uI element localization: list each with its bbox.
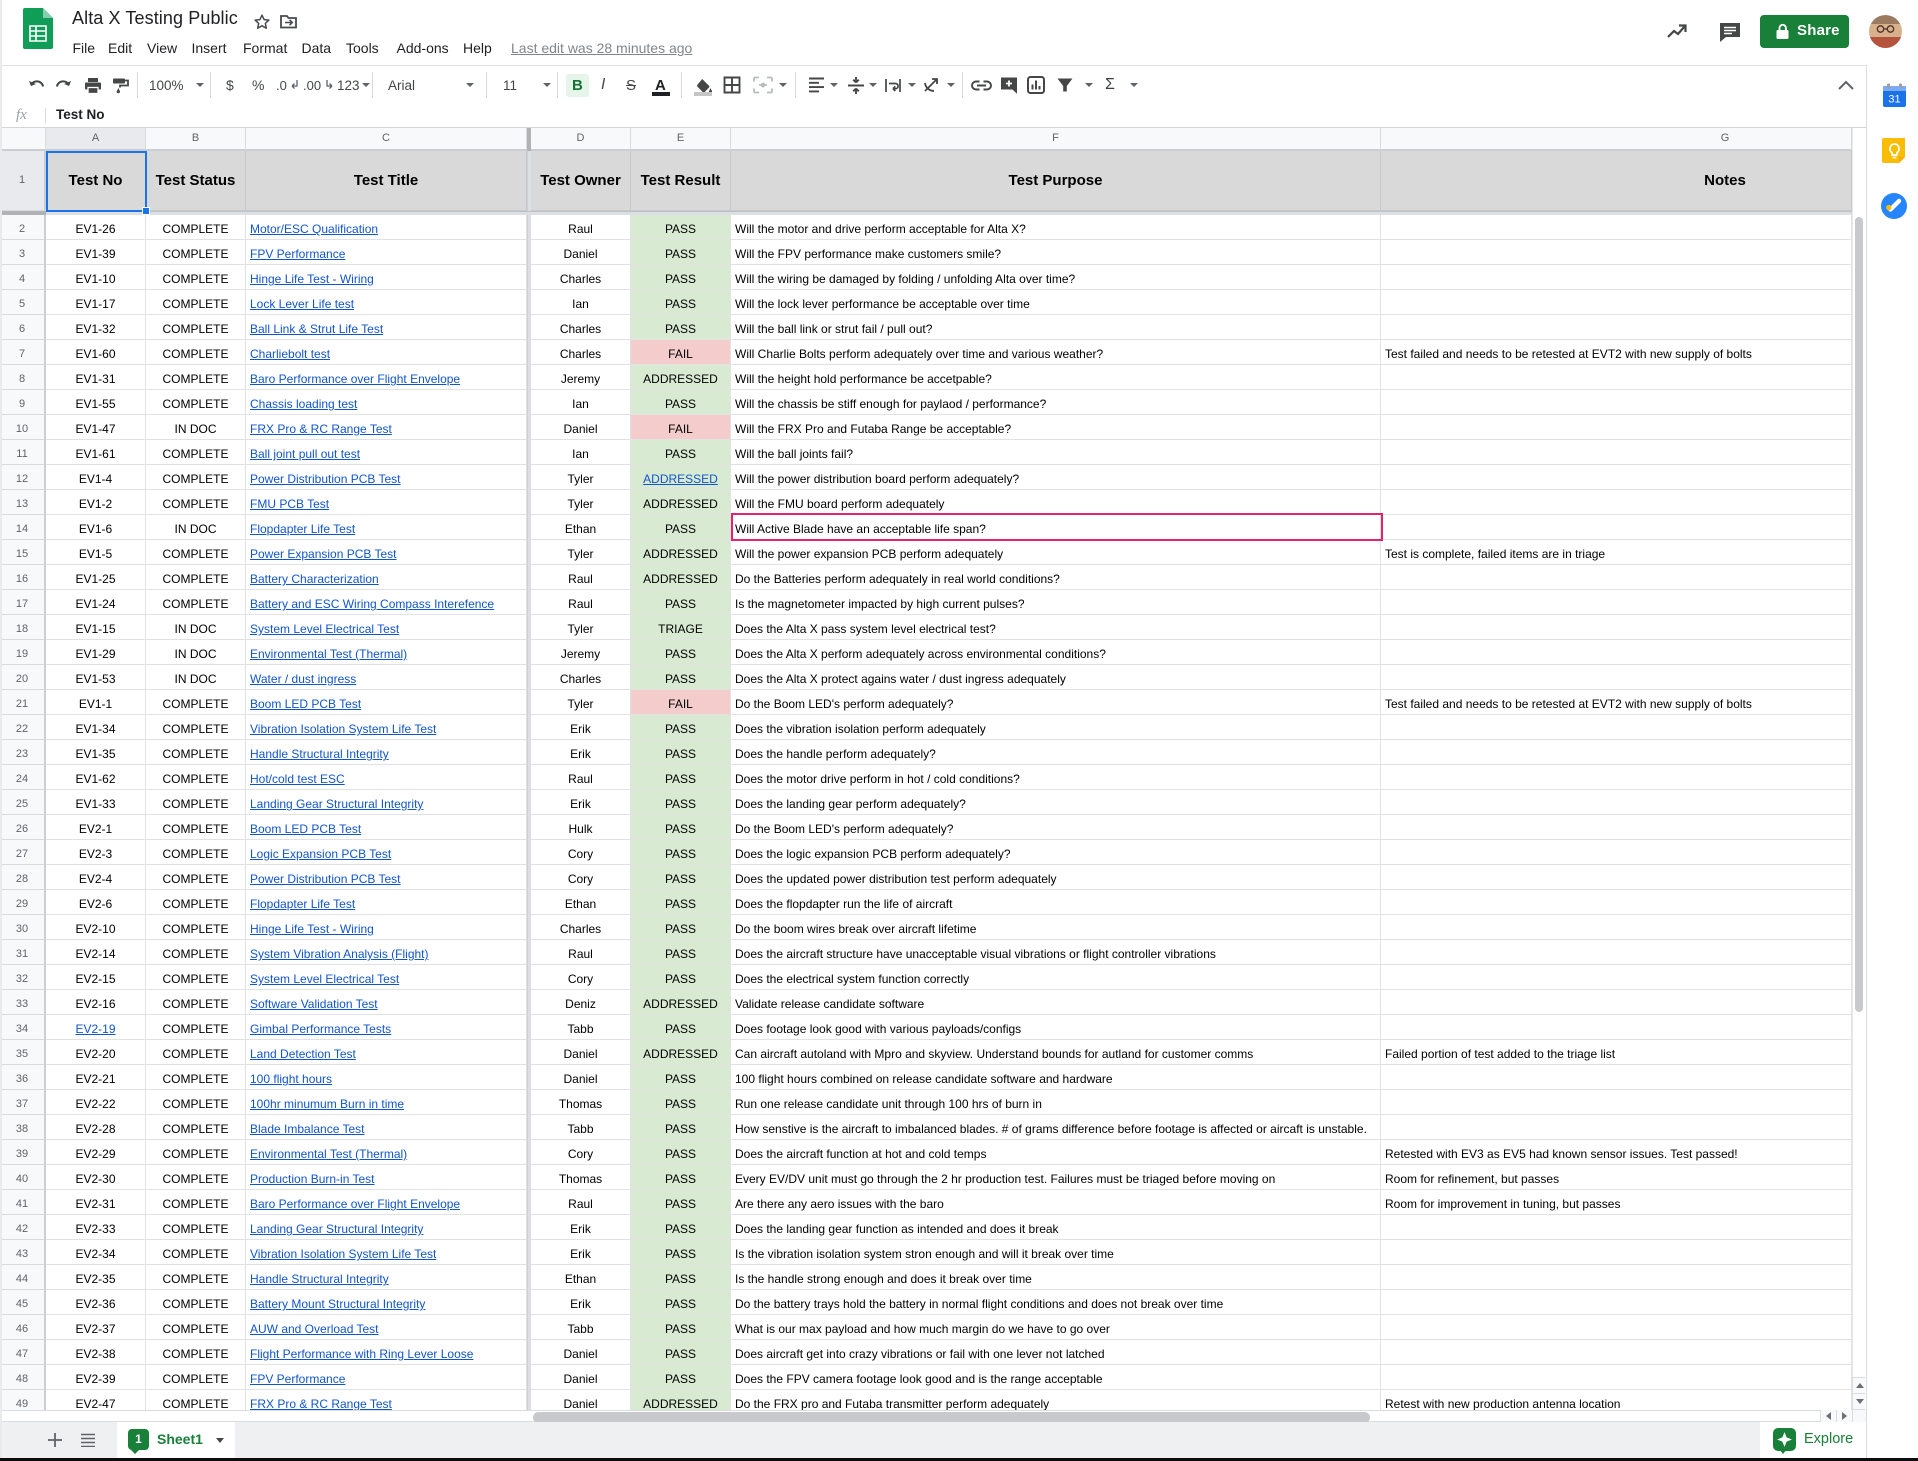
svg-text:31: 31: [1888, 94, 1900, 106]
